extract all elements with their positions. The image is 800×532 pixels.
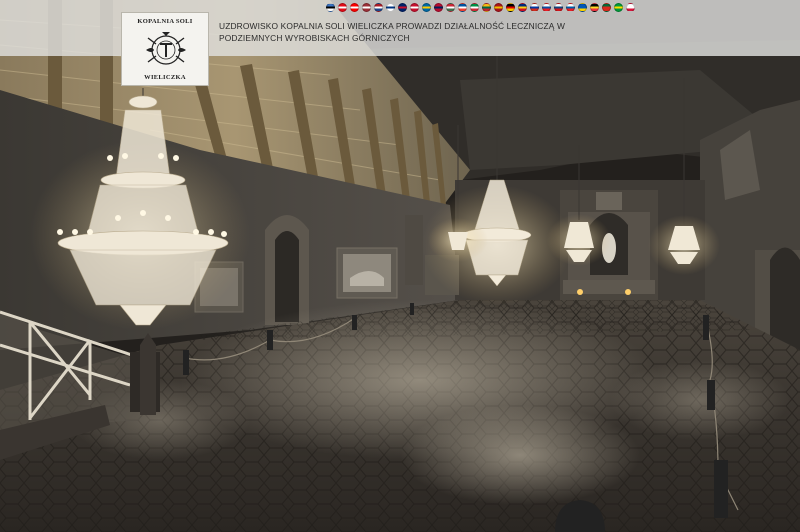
flag-germany-icon[interactable]: [506, 3, 515, 12]
logo-top-text: KOPALNIA SOLI: [137, 18, 193, 25]
flag-denmark-icon[interactable]: [410, 3, 419, 12]
flag-czech-icon[interactable]: [554, 3, 563, 12]
flag-finland-icon[interactable]: [386, 3, 395, 12]
flag-norway-icon[interactable]: [434, 3, 443, 12]
flag-canada-icon[interactable]: [350, 3, 359, 12]
flag-latvia-icon[interactable]: [362, 3, 371, 12]
logo-bottom-text: WIELICZKA: [144, 74, 186, 81]
flag-spain-icon[interactable]: [494, 3, 503, 12]
flag-russia-icon[interactable]: [530, 3, 539, 12]
flag-slovakia-icon[interactable]: [542, 3, 551, 12]
flag-estonia-icon[interactable]: [326, 3, 335, 12]
flag-brazil-icon[interactable]: [614, 3, 623, 12]
salt-mine-emblem-icon: [146, 32, 186, 65]
flag-poland-icon[interactable]: [626, 3, 635, 12]
flag-turkey-icon[interactable]: [338, 3, 347, 12]
flag-slovenia-icon[interactable]: [566, 3, 575, 12]
healthcare-announcement: UZDROWISKO KOPALNIA SOLI WIELICZKA PROWA…: [219, 21, 566, 43]
flag-netherlands-icon[interactable]: [374, 3, 383, 12]
flag-hungary-icon[interactable]: [446, 3, 455, 12]
flag-france-icon[interactable]: [458, 3, 467, 12]
panorama-chapel-photo[interactable]: [0, 0, 800, 532]
flag-romania-icon[interactable]: [518, 3, 527, 12]
flag-italy-icon[interactable]: [470, 3, 479, 12]
flag-ukraine-icon[interactable]: [578, 3, 587, 12]
flag-portugal-icon[interactable]: [602, 3, 611, 12]
kopalnia-soli-logo[interactable]: KOPALNIA SOLI WIELICZKA: [121, 12, 209, 86]
flag-uk-icon[interactable]: [398, 3, 407, 12]
flag-belgium-icon[interactable]: [590, 3, 599, 12]
flag-sweden-icon[interactable]: [422, 3, 431, 12]
language-selector: [326, 3, 635, 12]
flag-lithuania-icon[interactable]: [482, 3, 491, 12]
